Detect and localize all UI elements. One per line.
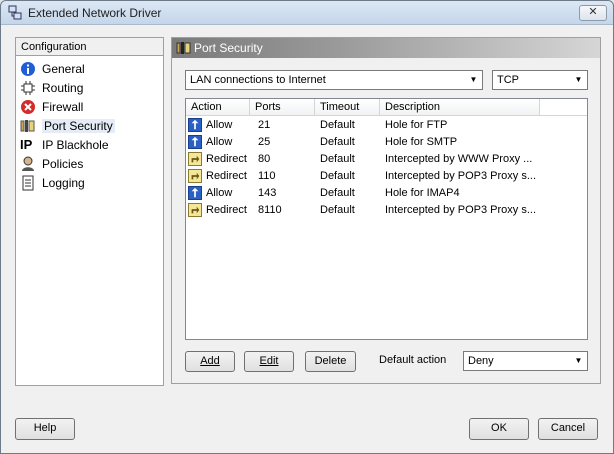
ports-cell: 80: [258, 152, 271, 165]
help-button[interactable]: Help: [15, 418, 75, 440]
action-cell: Redirect: [186, 168, 250, 183]
ports-cell: 25: [258, 135, 271, 148]
action-label: Allow: [206, 186, 233, 199]
description-cell: Intercepted by POP3 Proxy s...: [385, 203, 537, 216]
description-cell: Hole for SMTP: [385, 135, 458, 148]
action-cell: Redirect: [186, 151, 250, 166]
chevron-down-icon[interactable]: ▼: [571, 353, 586, 369]
action-cell: Redirect: [186, 202, 250, 217]
list-header: Action Ports Timeout Description: [186, 99, 587, 116]
column-header-description[interactable]: Description: [380, 99, 540, 115]
ports-cell: 8110: [258, 203, 282, 216]
timeout-cell: Default: [320, 118, 355, 131]
sidebar-item-label: Port Security: [42, 118, 115, 133]
ports-cell: 110: [258, 169, 276, 182]
allow-icon: [188, 185, 202, 200]
ok-button[interactable]: OK: [469, 418, 529, 440]
logging-icon: [22, 175, 34, 190]
action-label: Redirect: [206, 203, 247, 216]
policies-icon: [22, 156, 34, 171]
chevron-down-icon[interactable]: ▼: [466, 72, 481, 88]
sidebar-item-port-security[interactable]: Port Security: [16, 116, 163, 135]
action-label: Allow: [206, 118, 233, 131]
connection-select[interactable]: LAN connections to Internet ▼: [185, 70, 483, 90]
action-label: Redirect: [206, 169, 247, 182]
sidebar-item-label: IP Blackhole: [42, 137, 109, 152]
table-row[interactable]: Redirect 110 Default Intercepted by POP3 Pr…: [186, 167, 587, 184]
delete-button-label: Delete: [314, 355, 347, 367]
protocol-select[interactable]: TCP ▼: [492, 70, 588, 90]
ip-icon: IP: [20, 136, 33, 152]
sidebar-item-logging[interactable]: Logging: [16, 173, 163, 192]
action-cell: Allow: [186, 185, 250, 200]
sidebar-item-routing[interactable]: Routing: [16, 78, 163, 97]
action-label: Redirect: [206, 152, 247, 165]
edit-button-label: Edit: [259, 355, 279, 367]
edit-button[interactable]: Edit: [244, 351, 294, 372]
description-cell: Intercepted by WWW Proxy ...: [385, 152, 533, 165]
timeout-cell: Default: [320, 152, 355, 165]
description-cell: Hole for IMAP4: [385, 186, 460, 199]
default-action-label: Default action: [379, 354, 447, 366]
navigation-panel: Configuration General Routing Firewall P…: [15, 37, 164, 386]
section-header: Port Security: [172, 38, 600, 58]
sidebar-item-label: Firewall: [42, 99, 84, 114]
table-row[interactable]: Redirect 80 Default Intercepted by WWW Prox…: [186, 150, 587, 167]
timeout-cell: Default: [320, 135, 355, 148]
port-rules-list[interactable]: Action Ports Timeout Description Allow 21…: [185, 98, 588, 340]
title-bar[interactable]: Extended Network Driver ✕: [1, 1, 613, 25]
allow-icon: [188, 117, 202, 132]
timeout-cell: Default: [320, 203, 355, 216]
sidebar-item-firewall[interactable]: Firewall: [16, 97, 163, 116]
routing-icon: [21, 80, 35, 95]
description-cell: Hole for FTP: [385, 118, 448, 131]
action-cell: Allow: [186, 134, 250, 149]
allow-icon: [188, 134, 202, 149]
column-header-timeout[interactable]: Timeout: [315, 99, 380, 115]
cancel-button[interactable]: Cancel: [538, 418, 598, 440]
connection-select-value: LAN connections to Internet: [190, 74, 326, 86]
window-title: Extended Network Driver: [28, 6, 162, 20]
section-title: Port Security: [194, 41, 263, 55]
redirect-icon: [188, 151, 202, 166]
sidebar-item-general[interactable]: General: [16, 59, 163, 78]
sidebar-item-ip-blackhole[interactable]: IP IP Blackhole: [16, 135, 163, 154]
default-action-select[interactable]: Deny ▼: [463, 351, 588, 371]
navigation-header: Configuration: [16, 38, 163, 56]
port-security-icon: [176, 42, 191, 54]
sidebar-item-policies[interactable]: Policies: [16, 154, 163, 173]
list-body: Allow 21 Default Hole for FTP Allow 25 Default…: [186, 116, 587, 218]
column-header-ports[interactable]: Ports: [250, 99, 315, 115]
info-icon: [21, 61, 35, 76]
sidebar-item-label: Policies: [42, 156, 84, 171]
firewall-icon: [21, 99, 35, 114]
dialog-window: Extended Network Driver ✕ Configuration …: [0, 0, 614, 454]
description-cell: Intercepted by POP3 Proxy s...: [385, 169, 537, 182]
table-row[interactable]: Redirect 8110 Default Intercepted by POP3 P…: [186, 201, 587, 218]
redirect-icon: [188, 202, 202, 217]
close-button[interactable]: ✕: [579, 5, 607, 21]
ports-cell: 143: [258, 186, 277, 199]
port-security-icon: [20, 119, 35, 132]
sidebar-item-label: General: [42, 61, 85, 76]
protocol-select-value: TCP: [497, 74, 519, 86]
network-app-icon: [8, 5, 22, 20]
sidebar-item-label: Routing: [42, 80, 84, 95]
add-button[interactable]: Add: [185, 351, 235, 372]
table-row[interactable]: Allow 25 Default Hole for SMTP: [186, 133, 587, 150]
add-button-label: Add: [200, 355, 220, 367]
timeout-cell: Default: [320, 186, 355, 199]
timeout-cell: Default: [320, 169, 355, 182]
table-row[interactable]: Allow 143 Default Hole for IMAP4: [186, 184, 587, 201]
action-label: Allow: [206, 135, 233, 148]
redirect-icon: [188, 168, 202, 183]
ports-cell: 21: [258, 118, 271, 131]
delete-button[interactable]: Delete: [305, 351, 356, 372]
default-action-value: Deny: [468, 355, 494, 367]
action-cell: Allow: [186, 117, 250, 132]
table-row[interactable]: Allow 21 Default Hole for FTP: [186, 116, 587, 133]
chevron-down-icon[interactable]: ▼: [571, 72, 586, 88]
column-header-action[interactable]: Action: [186, 99, 250, 115]
sidebar-item-label: Logging: [42, 175, 85, 190]
